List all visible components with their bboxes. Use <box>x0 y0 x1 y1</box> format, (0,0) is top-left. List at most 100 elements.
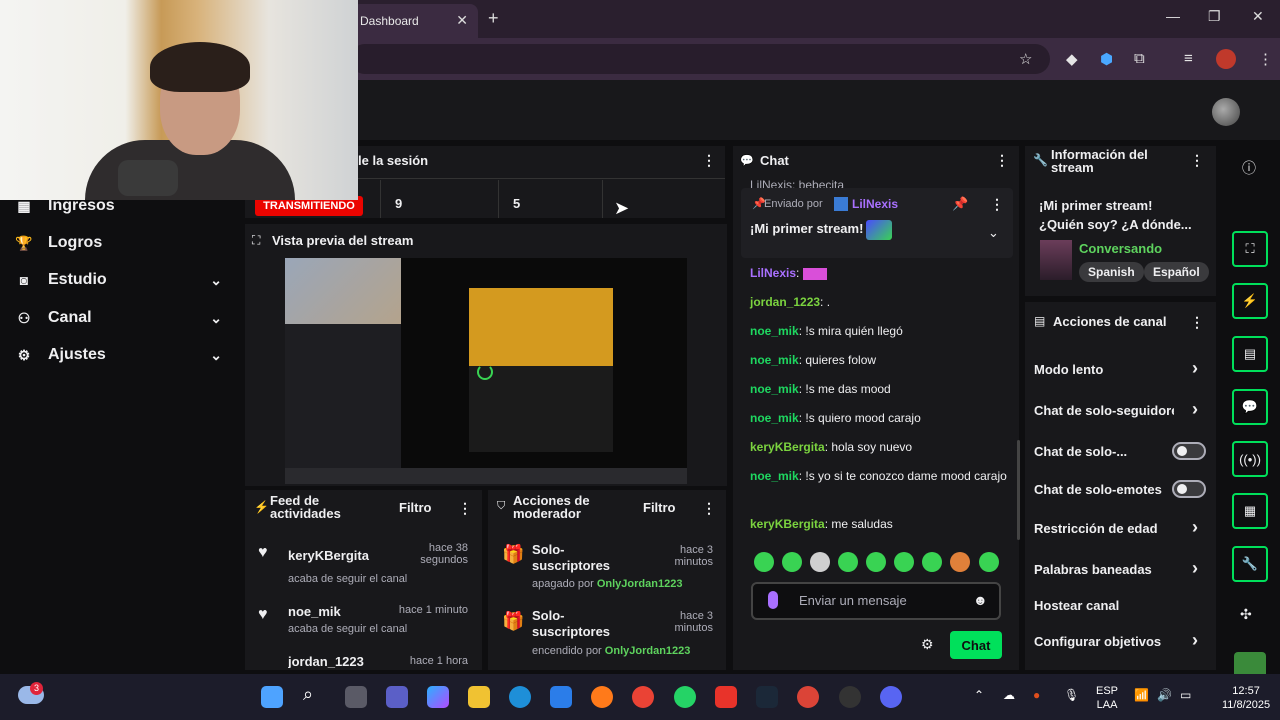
chrome-active-icon[interactable] <box>797 686 819 708</box>
extension-badge-icon[interactable]: ⬢ <box>1100 50 1113 68</box>
emote-shortcut-icon[interactable] <box>866 552 886 572</box>
emote-shortcut-icon[interactable] <box>782 552 802 572</box>
clock[interactable]: 12:57 11/8/2025 <box>1222 684 1270 712</box>
chat-username[interactable]: LilNexis <box>750 266 796 280</box>
chat-message[interactable]: LilNexis: <box>750 264 1012 283</box>
kebab-menu-icon[interactable]: ⋮ <box>458 500 472 517</box>
whatsapp-icon[interactable] <box>674 686 696 708</box>
activity-user[interactable]: jordan_1223 <box>288 654 364 668</box>
microphone-icon[interactable] <box>768 591 778 609</box>
close-window-button[interactable]: ✕ <box>1252 8 1264 25</box>
browser-tab[interactable]: Dashboard ✕ <box>352 4 478 38</box>
microphone-tray-icon[interactable]: 🎙 <box>1064 688 1079 702</box>
file-explorer-icon[interactable] <box>468 686 490 708</box>
sidebar-item-ajustes[interactable]: ⚙ Ajustes ⌄ <box>0 340 240 370</box>
mod-user-link[interactable]: OnlyJordan1223 <box>597 578 683 590</box>
tag-chip[interactable]: Español <box>1144 262 1209 282</box>
wifi-icon[interactable]: 📶 <box>1134 688 1149 702</box>
chat-message[interactable]: noe_mik: !s yo si te conozco dame mood c… <box>750 467 1012 486</box>
copilot-icon[interactable] <box>427 686 449 708</box>
language-indicator[interactable]: ESP LAA <box>1096 684 1118 712</box>
stream-preview-video[interactable] <box>285 258 687 484</box>
rail-broadcast-icon[interactable]: ((•)) <box>1232 441 1268 477</box>
sidebar-item-canal[interactable]: ⚇ Canal ⌄ <box>0 303 240 333</box>
sidebar-item-logros[interactable]: 🏆 Logros <box>0 228 240 258</box>
steam-icon[interactable] <box>756 686 778 708</box>
task-view-icon[interactable] <box>345 686 367 708</box>
chat-username[interactable]: noe_mik <box>750 382 799 396</box>
tab-close-icon[interactable]: ✕ <box>456 12 468 29</box>
chat-username[interactable]: keryKBergita <box>750 517 825 531</box>
edge-icon[interactable] <box>509 686 531 708</box>
chat-message[interactable]: noe_mik: !s mira quién llegó <box>750 322 1012 341</box>
rail-extensions-icon[interactable]: ✣ <box>1240 606 1252 623</box>
address-bar[interactable] <box>350 44 1050 74</box>
extensions-puzzle-icon[interactable]: ⧉ <box>1134 50 1145 67</box>
media-control-icon[interactable]: ≡ <box>1184 50 1193 67</box>
minimize-button[interactable]: — <box>1166 8 1180 24</box>
channel-action-item[interactable]: Configurar objetivos › <box>1034 630 1204 650</box>
mod-filter-button[interactable]: Filtro <box>643 500 676 515</box>
emote-shortcut-icon[interactable] <box>950 552 970 572</box>
teams-icon[interactable] <box>386 686 408 708</box>
chat-username[interactable]: jordan_1223 <box>750 295 820 309</box>
battery-icon[interactable]: ▭ <box>1180 688 1191 702</box>
new-tab-button[interactable]: + <box>488 8 499 29</box>
kebab-menu-icon[interactable]: ⋮ <box>702 500 716 517</box>
chat-username[interactable]: noe_mik <box>750 469 799 483</box>
emote-shortcut-icon[interactable] <box>894 552 914 572</box>
store-icon[interactable] <box>550 686 572 708</box>
unpin-icon[interactable]: 📌 <box>952 196 968 212</box>
kebab-menu-icon[interactable]: ⋮ <box>702 152 716 169</box>
extension-diamond-icon[interactable]: ◆ <box>1066 50 1078 68</box>
category-box-art[interactable] <box>1040 240 1072 280</box>
maximize-button[interactable]: ❐ <box>1208 8 1221 25</box>
emote-shortcut-icon[interactable] <box>979 552 999 572</box>
toggle-switch[interactable] <box>1172 442 1206 460</box>
firefox-icon[interactable] <box>591 686 613 708</box>
browser-menu-icon[interactable]: ⋮ <box>1258 50 1273 68</box>
channel-action-item[interactable]: Modo lento › <box>1034 358 1204 378</box>
tray-cloud-icon[interactable]: ☁ <box>1003 688 1015 702</box>
emoji-picker-icon[interactable]: ☻ <box>973 592 988 608</box>
user-avatar[interactable] <box>1212 98 1240 126</box>
chat-username[interactable]: noe_mik <box>750 411 799 425</box>
chat-username[interactable]: noe_mik <box>750 324 799 338</box>
chat-settings-gear-icon[interactable]: ⚙ <box>921 636 934 653</box>
chrome-icon[interactable] <box>632 686 654 708</box>
discord-icon[interactable] <box>880 686 902 708</box>
kebab-menu-icon[interactable]: ⋮ <box>990 196 1004 213</box>
channel-action-item[interactable]: Chat de solo-... <box>1034 442 1206 460</box>
emote-shortcut-icon[interactable] <box>838 552 858 572</box>
volume-icon[interactable]: 🔊 <box>1157 688 1172 702</box>
emote-shortcut-icon[interactable] <box>922 552 942 572</box>
kebab-menu-icon[interactable]: ⋮ <box>995 152 1009 169</box>
chat-message[interactable]: keryKBergita: me saludas <box>750 515 1012 534</box>
rail-lightning-icon[interactable]: ⚡ <box>1232 283 1268 319</box>
rail-chat-icon[interactable]: 💬 <box>1232 389 1268 425</box>
chat-input[interactable]: Enviar un mensaje <box>751 582 1001 620</box>
info-icon[interactable]: ⓘ <box>1242 158 1256 178</box>
bookmark-star-icon[interactable]: ☆ <box>1019 50 1032 68</box>
emote-shortcut-icon[interactable] <box>810 552 830 572</box>
chat-message[interactable]: keryKBergita: hola soy nuevo <box>750 438 1012 457</box>
channel-action-item[interactable]: Chat de solo-emotes <box>1034 480 1206 498</box>
chat-message[interactable]: jordan_1223: . <box>750 293 1012 312</box>
chat-message[interactable]: noe_mik: !s quiero mood carajo <box>750 409 1012 428</box>
tray-app-icon[interactable]: ● <box>1033 688 1040 702</box>
channel-action-item[interactable]: Palabras baneadas › <box>1034 558 1204 578</box>
chat-username[interactable]: keryKBergita <box>750 440 825 454</box>
kebab-menu-icon[interactable]: ⋮ <box>1190 314 1204 331</box>
mod-user-link[interactable]: OnlyJordan1223 <box>605 645 691 657</box>
channel-action-item[interactable]: Restricción de edad › <box>1034 517 1204 537</box>
pinned-user[interactable]: LilNexis <box>852 197 898 211</box>
windows-start-icon[interactable] <box>261 686 283 708</box>
emote-shortcut-icon[interactable] <box>754 552 774 572</box>
chat-scrollbar[interactable] <box>1017 440 1020 540</box>
profile-avatar-icon[interactable] <box>1216 49 1236 69</box>
chevron-up-icon[interactable]: ⌃ <box>974 688 984 702</box>
kebab-menu-icon[interactable]: ⋮ <box>1190 152 1204 169</box>
toggle-switch[interactable] <box>1172 480 1206 498</box>
rail-app-icon[interactable] <box>1234 652 1266 674</box>
chat-username[interactable]: noe_mik <box>750 353 799 367</box>
